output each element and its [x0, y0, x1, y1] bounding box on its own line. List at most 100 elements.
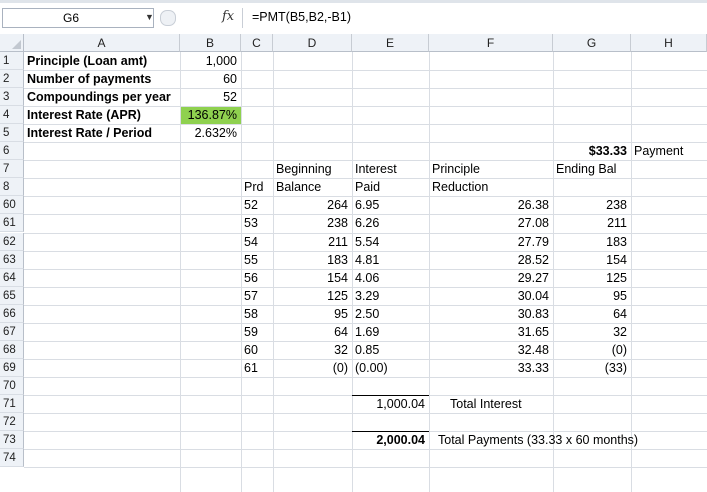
row-header-3[interactable]: 3	[0, 88, 24, 107]
row-header-66[interactable]: 66	[0, 304, 24, 323]
beginning-balance: 264	[327, 198, 348, 213]
row-header-74[interactable]: 74	[0, 449, 24, 468]
gridline	[553, 52, 554, 492]
row-header-60[interactable]: 60	[0, 196, 24, 215]
ending-balance: 183	[606, 234, 627, 249]
principle-reduction: 30.83	[517, 306, 549, 321]
header-principle: Principle	[432, 162, 480, 177]
input-label: Interest Rate (APR)	[27, 108, 141, 123]
period: 57	[244, 288, 258, 303]
header-prd: Prd	[244, 180, 264, 195]
gridline	[24, 376, 707, 378]
input-label: Compoundings per year	[27, 90, 171, 105]
row-header-61[interactable]: 61	[0, 214, 24, 233]
beginning-balance: (0)	[332, 360, 348, 375]
row-header-6[interactable]: 6	[0, 142, 24, 161]
row-header-67[interactable]: 67	[0, 322, 24, 341]
header-paid: Paid	[355, 180, 381, 195]
interest-paid: 6.26	[355, 216, 380, 231]
formula-bar-grip-icon[interactable]	[160, 10, 176, 26]
beginning-balance: 95	[334, 306, 348, 321]
period: 60	[244, 342, 258, 357]
input-label: Number of payments	[27, 72, 152, 87]
ending-balance: 238	[606, 198, 627, 213]
input-value: 136.87%	[187, 108, 237, 123]
beginning-balance: 125	[327, 288, 348, 303]
input-value: 52	[223, 90, 237, 105]
column-header-a[interactable]: A	[24, 34, 180, 52]
gridline	[241, 52, 242, 492]
input-label: Principle (Loan amt)	[27, 54, 148, 68]
gridline	[429, 52, 430, 492]
principle-reduction: 26.38	[517, 198, 549, 213]
name-box-value: G6	[63, 11, 80, 25]
period: 55	[244, 252, 258, 267]
period: 52	[244, 198, 258, 213]
spreadsheet-grid[interactable]: A B C D E F G H 1 2 3 4 5 6 7 8 60 61 62 63 64 65 66 67 68 69 70 71…	[0, 34, 707, 492]
row-header-8[interactable]: 8	[0, 178, 24, 197]
total-payments-label: Total Payments (33.33 x 60 months)	[438, 433, 639, 448]
input-value: 60	[223, 72, 237, 87]
header-balance: Balance	[276, 180, 322, 195]
header-interest: Interest	[355, 162, 397, 177]
row-header-64[interactable]: 64	[0, 268, 24, 287]
row-header-71[interactable]: 71	[0, 394, 24, 413]
interest-paid: 6.95	[355, 198, 380, 213]
select-all-corner[interactable]	[0, 34, 24, 52]
column-header-d[interactable]: D	[273, 34, 352, 52]
column-header-g[interactable]: G	[553, 34, 631, 52]
interest-paid: 1.69	[355, 324, 380, 339]
insert-function-icon[interactable]: fx	[222, 9, 234, 24]
beginning-balance: 238	[327, 216, 348, 231]
ending-balance: 125	[606, 270, 627, 285]
ribbon-edge	[0, 0, 707, 3]
column-header-f[interactable]: F	[429, 34, 553, 52]
input-label: Interest Rate / Period	[27, 126, 153, 141]
ending-balance: 64	[613, 306, 627, 321]
row-header-5[interactable]: 5	[0, 124, 24, 143]
total-interest-label: Total Interest	[450, 396, 522, 411]
column-header-h[interactable]: H	[631, 34, 707, 52]
row-header-2[interactable]: 2	[0, 70, 24, 89]
interest-paid: (0.00)	[355, 360, 388, 375]
row-header-1[interactable]: 1	[0, 52, 24, 71]
column-header-c[interactable]: C	[241, 34, 273, 52]
divider	[242, 8, 243, 28]
formula-input[interactable]: =PMT(B5,B2,-B1)	[252, 10, 351, 24]
principle-reduction: 28.52	[517, 252, 549, 267]
gridline	[631, 52, 632, 492]
row-header-7[interactable]: 7	[0, 160, 24, 179]
ending-balance: 154	[606, 252, 627, 267]
principle-reduction: 33.33	[517, 360, 549, 375]
gridline	[24, 413, 707, 414]
row-header-4[interactable]: 4	[0, 106, 24, 125]
row-header-63[interactable]: 63	[0, 250, 24, 269]
column-header-b[interactable]: B	[180, 34, 241, 52]
principle-reduction: 29.27	[517, 270, 549, 285]
period: 59	[244, 324, 258, 339]
row-header-70[interactable]: 70	[0, 376, 24, 395]
column-header-e[interactable]: E	[352, 34, 429, 52]
principle-reduction: 31.65	[517, 324, 549, 339]
gridline	[273, 52, 274, 492]
row-header-73[interactable]: 73	[0, 431, 24, 450]
row-header-69[interactable]: 69	[0, 358, 24, 377]
input-value: 2.632%	[194, 126, 237, 141]
row-header-62[interactable]: 62	[0, 232, 24, 251]
chevron-down-icon[interactable]: ▼	[145, 12, 154, 22]
row-header-65[interactable]: 65	[0, 286, 24, 305]
formula-bar: G6 ▼ fx =PMT(B5,B2,-B1)	[0, 0, 707, 35]
beginning-balance: 32	[334, 342, 348, 357]
ending-balance: 95	[613, 288, 627, 303]
ending-balance: 211	[607, 216, 627, 231]
row-header-72[interactable]: 72	[0, 413, 24, 432]
beginning-balance: 183	[327, 252, 348, 267]
period: 53	[244, 216, 258, 231]
total-interest-value: 1,000.04	[376, 396, 425, 411]
interest-paid: 4.06	[355, 270, 380, 285]
period: 56	[244, 270, 258, 285]
beginning-balance: 64	[334, 324, 348, 339]
row-header-68[interactable]: 68	[0, 340, 24, 359]
gridline	[24, 449, 707, 451]
name-box[interactable]: G6 ▼	[2, 8, 154, 28]
